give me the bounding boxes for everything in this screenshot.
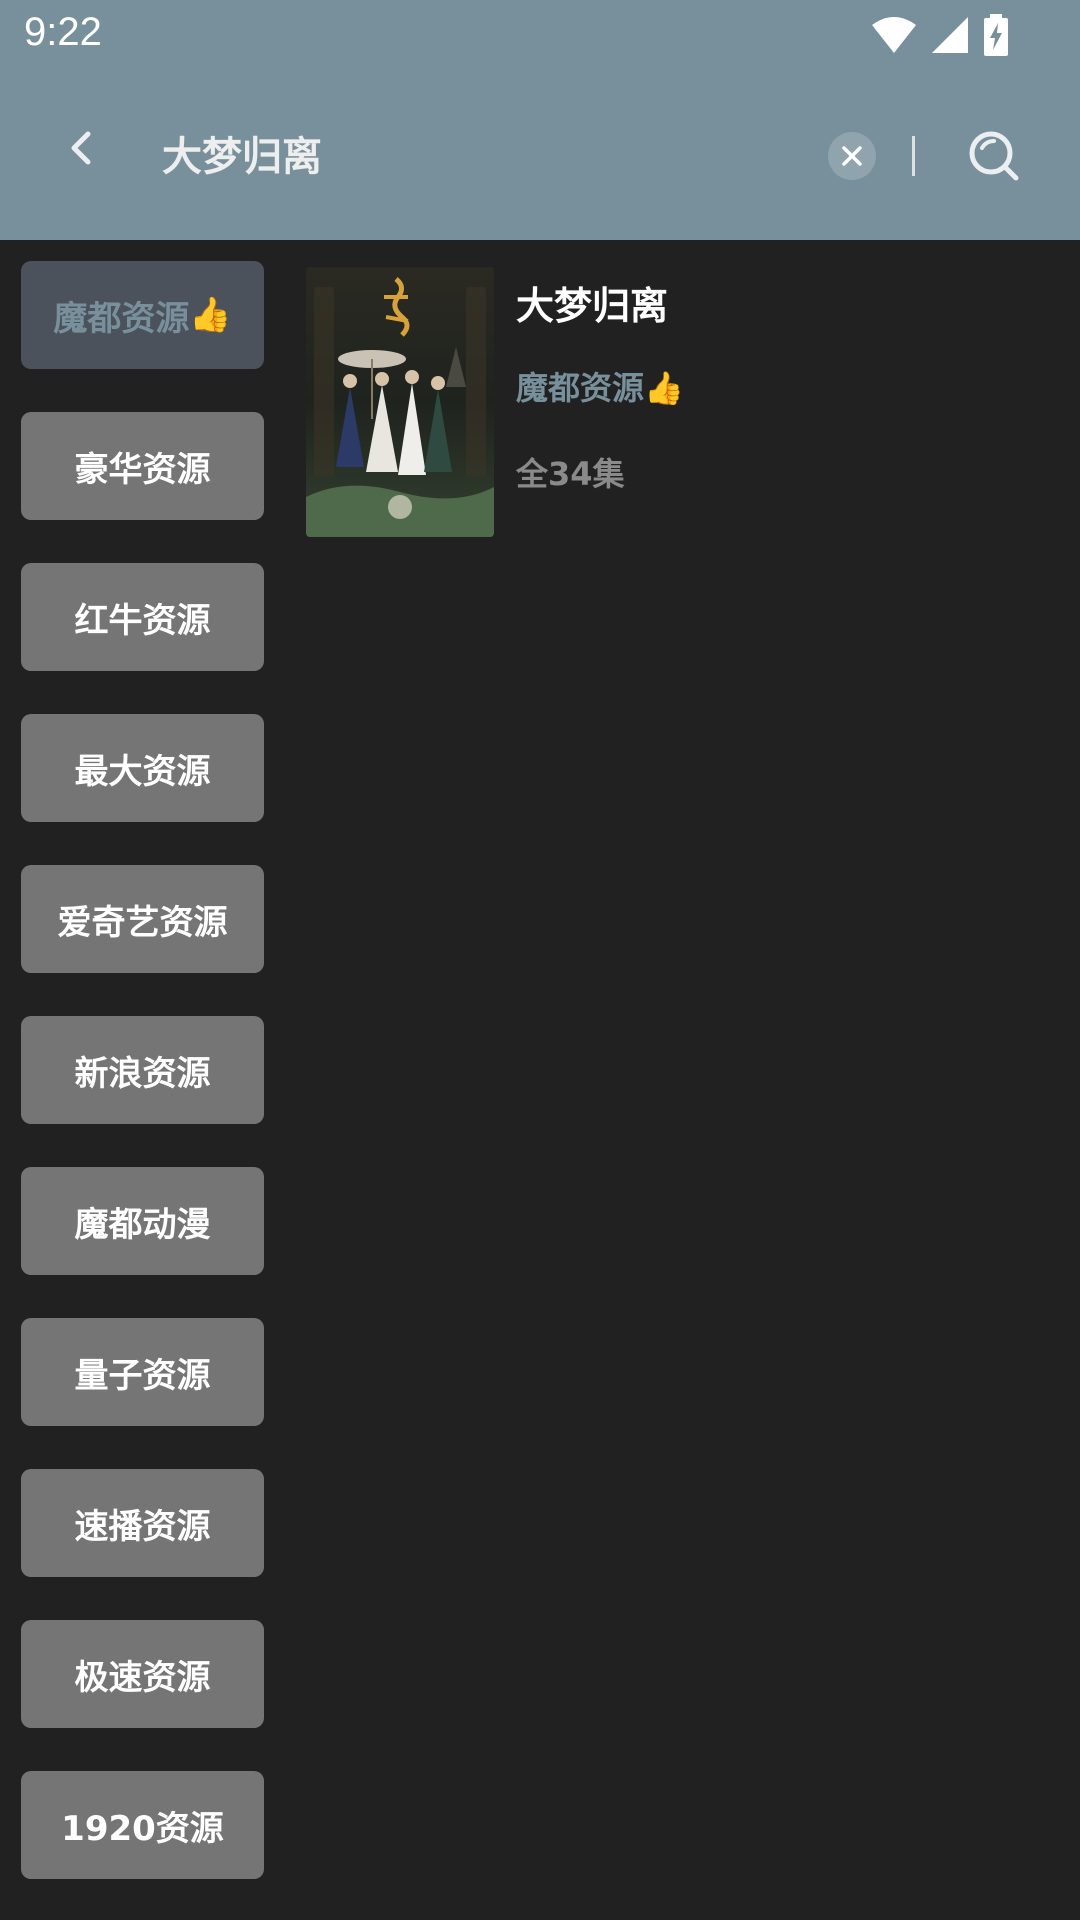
search-button[interactable] — [966, 128, 1022, 184]
poster-image[interactable] — [306, 267, 494, 537]
source-button-label: 红牛资源 — [74, 600, 211, 641]
search-input[interactable]: 大梦归离 — [162, 124, 322, 182]
source-button-modu[interactable]: 魔都资源 👍 — [21, 261, 264, 369]
source-button-iqiyi[interactable]: 爱奇艺资源 — [21, 865, 264, 973]
source-button-zuida[interactable]: 最大资源 — [21, 714, 264, 822]
status-time: 9:22 — [24, 10, 102, 54]
source-button-1920[interactable]: 1920资源 — [21, 1771, 264, 1879]
thumbs-up-icon: 👍 — [189, 295, 232, 335]
clear-icon — [842, 146, 862, 166]
source-button-hongniu[interactable]: 红牛资源 — [21, 563, 264, 671]
back-arrow-icon — [71, 131, 91, 165]
source-button-label: 魔都资源 — [53, 298, 190, 339]
result-source: 魔都资源👍 — [516, 363, 684, 409]
source-button-label: 爱奇艺资源 — [57, 902, 228, 943]
back-button[interactable] — [56, 122, 108, 174]
search-icon — [969, 131, 1019, 181]
source-button-jisu[interactable]: 极速资源 — [21, 1620, 264, 1728]
cell-signal-icon — [932, 17, 968, 53]
source-button-label: 最大资源 — [74, 751, 211, 792]
source-button-haohua[interactable]: 豪华资源 — [21, 412, 264, 520]
wifi-icon — [872, 17, 916, 53]
app-bar: 9:22 大梦归离 — [0, 0, 1080, 240]
status-bar: 9:22 — [0, 0, 1080, 72]
clear-button[interactable] — [828, 132, 876, 180]
source-button-label: 量子资源 — [74, 1355, 211, 1396]
status-icons — [870, 14, 1010, 56]
search-toolbar: 大梦归离 — [0, 96, 1080, 216]
thumbs-up-icon: 👍 — [644, 369, 684, 407]
poster-artwork — [306, 267, 494, 537]
result-source-label: 魔都资源 — [516, 369, 645, 407]
source-button-subo[interactable]: 速播资源 — [21, 1469, 264, 1577]
source-button-label: 1920资源 — [61, 1808, 224, 1849]
source-button-liangzi[interactable]: 量子资源 — [21, 1318, 264, 1426]
result-card[interactable]: 大梦归离 魔都资源👍 全34集 — [306, 267, 1046, 537]
result-episodes: 全34集 — [516, 455, 625, 493]
result-title: 大梦归离 — [516, 284, 669, 328]
source-button-xinlang[interactable]: 新浪资源 — [21, 1016, 264, 1124]
toolbar-divider — [912, 136, 915, 176]
battery-charging-icon — [984, 14, 1008, 56]
source-button-label: 极速资源 — [74, 1657, 211, 1698]
source-button-label: 豪华资源 — [74, 449, 211, 490]
source-button-label: 魔都动漫 — [74, 1204, 211, 1245]
source-button-modu-anime[interactable]: 魔都动漫 — [21, 1167, 264, 1275]
source-button-label: 新浪资源 — [74, 1053, 211, 1094]
search-results-screen: 9:22 大梦归离 魔都资源 👍 豪华资源 红牛资源 最大资源 爱奇艺资源 新浪… — [0, 0, 1080, 1920]
source-button-label: 速播资源 — [74, 1506, 211, 1547]
